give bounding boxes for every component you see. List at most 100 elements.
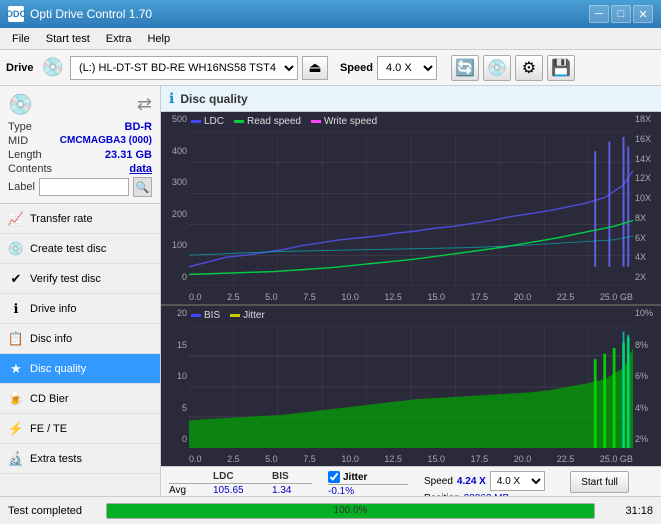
bis-col-header: BIS	[272, 471, 312, 482]
fe-te-icon: ⚡	[8, 421, 24, 437]
x2-label-17-5: 17.5	[471, 454, 489, 464]
x-label-20: 20.0	[514, 292, 532, 302]
y-right-14x: 14X	[635, 154, 651, 164]
y-right-16x: 16X	[635, 134, 651, 144]
x2-label-10: 10.0	[341, 454, 359, 464]
disc-length-row: Length 23.31 GB	[8, 149, 152, 161]
write-speed-color	[311, 120, 321, 123]
y2-label-10: 10	[177, 371, 187, 381]
nav-verify-test[interactable]: ✔ Verify test disc	[0, 264, 160, 294]
x-label-2-5: 2.5	[227, 292, 240, 302]
chart1-svg-area	[189, 132, 633, 286]
menu-file[interactable]: File	[4, 31, 38, 47]
x2-label-5: 5.0	[265, 454, 278, 464]
menubar: File Start test Extra Help	[0, 28, 661, 50]
close-button[interactable]: ✕	[633, 5, 653, 23]
disc-icon: 💿	[8, 92, 33, 117]
nav-fe-te[interactable]: ⚡ FE / TE	[0, 414, 160, 444]
x2-label-25: 25.0 GB	[600, 454, 633, 464]
titlebar-left: ODC Opti Drive Control 1.70	[8, 6, 152, 22]
jitter-legend: Jitter	[230, 310, 265, 321]
y-right-4x: 4X	[635, 252, 646, 262]
y2-right-2pct: 2%	[635, 434, 648, 444]
nav-create-test-label: Create test disc	[30, 243, 106, 255]
x-label-15: 15.0	[428, 292, 446, 302]
chart1-y-right: 18X 16X 14X 12X 10X 8X 6X 4X 2X	[633, 112, 661, 284]
nav-cd-bier-label: CD Bier	[30, 393, 69, 405]
app-title: Opti Drive Control 1.70	[30, 7, 152, 21]
x-label-25: 25.0 GB	[600, 292, 633, 302]
status-bar: Test completed 100.0% 31:18	[0, 496, 661, 524]
drive-icon: 💿	[42, 57, 64, 78]
app-icon: ODC	[8, 6, 24, 22]
avg-label: Avg	[169, 485, 209, 496]
y-right-18x: 18X	[635, 114, 651, 124]
disc-label-button[interactable]: 🔍	[133, 177, 152, 197]
status-time: 31:18	[603, 505, 653, 517]
nav-extra-tests-label: Extra tests	[30, 453, 82, 465]
nav-drive-info-label: Drive info	[30, 303, 76, 315]
write-speed-label: Write speed	[324, 116, 377, 127]
disc-length-label: Length	[8, 149, 42, 161]
nav-disc-quality[interactable]: ★ Disc quality	[0, 354, 160, 384]
titlebar-controls: ─ □ ✕	[589, 5, 653, 23]
x2-label-7-5: 7.5	[303, 454, 316, 464]
jitter-checkbox[interactable]	[328, 471, 340, 483]
nav-cd-bier[interactable]: 🍺 CD Bier	[0, 384, 160, 414]
cd-bier-icon: 🍺	[8, 391, 24, 407]
disc-label-row: Label 🔍	[8, 177, 152, 197]
y2-label-0: 0	[182, 434, 187, 444]
speed-select[interactable]: 4.0 X	[377, 56, 437, 80]
y2-right-4pct: 4%	[635, 403, 648, 413]
nav-create-test[interactable]: 💿 Create test disc	[0, 234, 160, 264]
write-speed-legend: Write speed	[311, 116, 377, 127]
ldc-avg: 105.65	[213, 485, 268, 496]
y-right-2x: 2X	[635, 272, 646, 282]
menu-help[interactable]: Help	[139, 31, 178, 47]
content-area: ℹ Disc quality LDC Read speed	[161, 86, 661, 524]
disc-label-label: Label	[8, 181, 35, 193]
jitter-header-label: Jitter	[343, 472, 367, 483]
disc-mid-value: CMCMAGBA3 (000)	[60, 135, 152, 147]
y-label-400: 400	[172, 146, 187, 156]
chart2-y-left: 20 15 10 5 0	[161, 306, 189, 446]
nav-disc-info[interactable]: 📋 Disc info	[0, 324, 160, 354]
disc-button[interactable]: 💿	[483, 55, 511, 81]
save-button[interactable]: 💾	[547, 55, 575, 81]
settings-button[interactable]: ⚙	[515, 55, 543, 81]
y2-right-8pct: 8%	[635, 340, 648, 350]
disc-contents-value[interactable]: data	[129, 163, 152, 175]
nav-transfer-rate[interactable]: 📈 Transfer rate	[0, 204, 160, 234]
ldc-legend: LDC	[191, 116, 224, 127]
chart2-y-right: 10% 8% 6% 4% 2%	[633, 306, 661, 446]
x-label-12-5: 12.5	[384, 292, 402, 302]
bis-color	[191, 314, 201, 317]
stats-empty-header	[169, 471, 209, 482]
toolbar: Drive 💿 (L:) HL-DT-ST BD-RE WH16NS58 TST…	[0, 50, 661, 86]
disc-info-icon: 📋	[8, 331, 24, 347]
eject-button[interactable]: ⏏	[302, 56, 328, 80]
minimize-button[interactable]: ─	[589, 5, 609, 23]
sidebar: 💿 ⇄ Type BD-R MID CMCMAGBA3 (000) Length…	[0, 86, 161, 524]
disc-type-row: Type BD-R	[8, 121, 152, 133]
refresh-button[interactable]: 🔄	[451, 55, 479, 81]
nav-drive-info[interactable]: ℹ Drive info	[0, 294, 160, 324]
start-full-button[interactable]: Start full	[570, 471, 629, 493]
drive-select[interactable]: (L:) HL-DT-ST BD-RE WH16NS58 TST4	[70, 56, 298, 80]
nav-extra-tests[interactable]: 🔬 Extra tests	[0, 444, 160, 474]
disc-type-value: BD-R	[125, 121, 153, 133]
speed-select-stats[interactable]: 4.0 X	[490, 471, 545, 491]
maximize-button[interactable]: □	[611, 5, 631, 23]
x-label-17-5: 17.5	[471, 292, 489, 302]
menu-extra[interactable]: Extra	[98, 31, 140, 47]
x-label-7-5: 7.5	[303, 292, 316, 302]
jitter-color	[230, 314, 240, 317]
chart1-x-axis: 0.0 2.5 5.0 7.5 10.0 12.5 15.0 17.5 20.0…	[189, 292, 633, 302]
transfer-rate-icon: 📈	[8, 211, 24, 227]
speed-label: Speed	[340, 62, 373, 74]
x2-label-12-5: 12.5	[384, 454, 402, 464]
disc-arrows-icon: ⇄	[137, 94, 152, 115]
avg-row: Avg 105.65 1.34	[169, 485, 312, 496]
disc-label-input[interactable]	[39, 178, 129, 196]
menu-start-test[interactable]: Start test	[38, 31, 98, 47]
